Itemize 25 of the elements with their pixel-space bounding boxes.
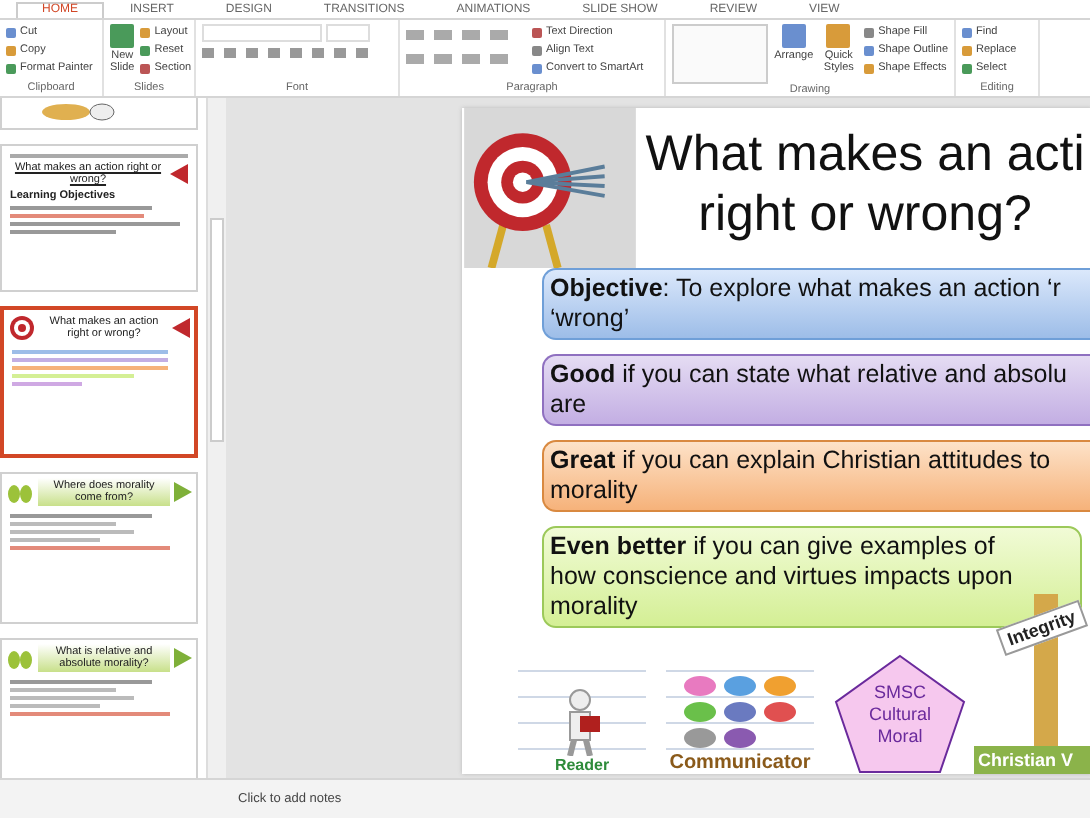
font-name-field[interactable]	[202, 24, 322, 42]
criteria-box: Great if you can explain Christian attitudes to morality	[542, 440, 1090, 512]
slide-thumbnail[interactable]	[0, 98, 198, 130]
speech-bubbles-drawing	[680, 672, 800, 752]
reader-label: Reader	[554, 756, 610, 774]
communicator-label: Communicator	[669, 752, 811, 774]
command-icon	[826, 24, 851, 48]
command-icon	[110, 24, 135, 48]
pear-icon	[6, 480, 34, 504]
values-banner: Christian V	[974, 746, 1090, 774]
command-icon	[781, 24, 806, 48]
triangle-icon	[174, 482, 192, 502]
pear-icon	[6, 646, 34, 670]
smsc-text: SMSC Cultural Moral	[868, 681, 931, 747]
scroll-thumb[interactable]	[210, 218, 224, 442]
shapes-gallery[interactable]	[672, 24, 769, 84]
triangle-icon	[172, 318, 190, 338]
slide-title: What makes an acti right or wrong?	[643, 124, 1087, 246]
criteria-box: Good if you can state what relative and absolu are	[542, 354, 1090, 426]
triangle-icon	[174, 648, 192, 668]
target-icon	[8, 314, 36, 342]
triangle-icon	[170, 164, 188, 184]
scrollbar[interactable]	[206, 98, 226, 778]
font-size-field[interactable]	[326, 24, 370, 42]
criteria-box: Objective: To explore what makes an action ‘r ‘wrong’	[542, 268, 1090, 340]
